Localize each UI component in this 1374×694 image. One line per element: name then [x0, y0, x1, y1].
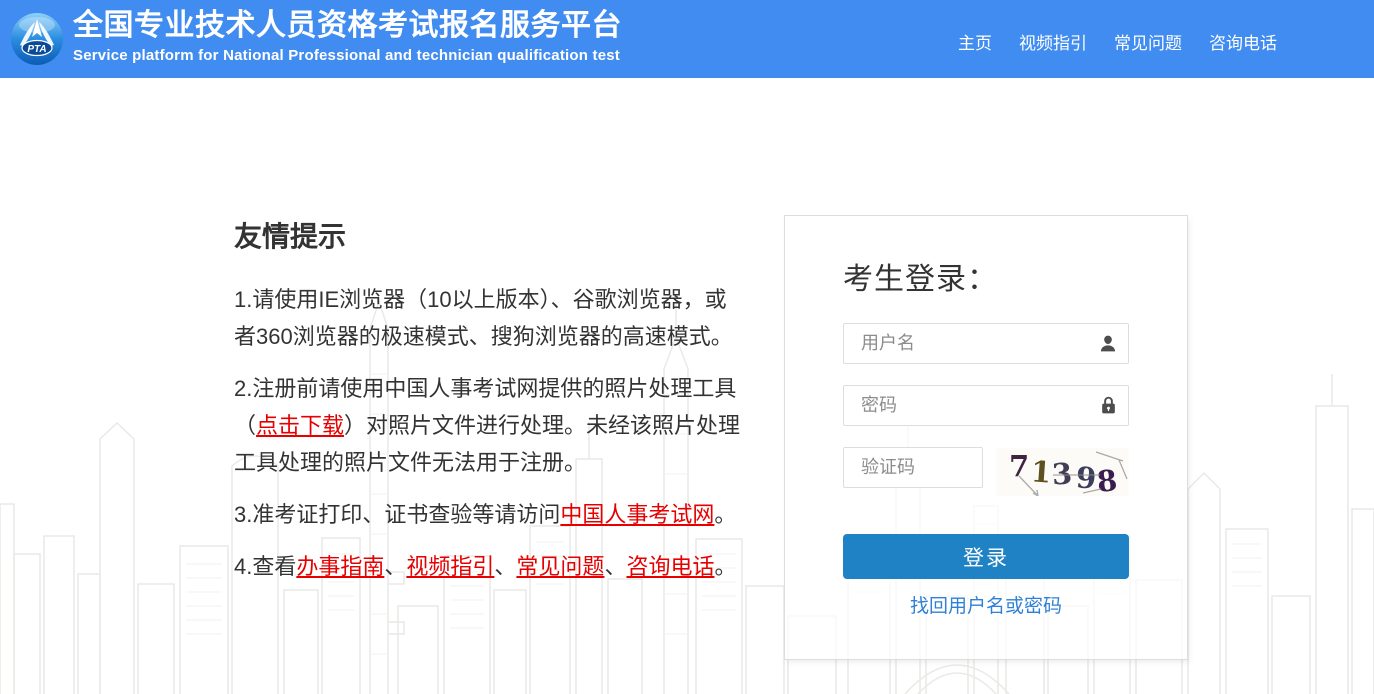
captcha-image[interactable]: 71398	[997, 448, 1129, 496]
password-field-wrap	[843, 385, 1129, 426]
notice-paragraph-1: 1.请使用IE浏览器（10以上版本）、谷歌浏览器，或者360浏览器的极速模式、搜…	[234, 281, 746, 355]
notice-paragraphs: 1.请使用IE浏览器（10以上版本）、谷歌浏览器，或者360浏览器的极速模式、搜…	[234, 281, 746, 585]
lock-icon	[1099, 395, 1118, 415]
forgot-credentials-link[interactable]: 找回用户名或密码	[843, 591, 1129, 618]
notice-text: 、	[604, 554, 626, 579]
nav-link-home[interactable]: 主页	[958, 29, 992, 54]
notice-text: 1.请使用IE浏览器（10以上版本）、谷歌浏览器，或者360浏览器的极速模式、搜…	[234, 287, 733, 349]
password-input[interactable]	[843, 385, 1129, 426]
login-button[interactable]: 登录	[843, 534, 1129, 579]
captcha-digit-9: 9	[1075, 463, 1097, 493]
site-subtitle: Service platform for National Profession…	[73, 47, 622, 64]
user-icon	[1098, 333, 1118, 354]
captcha-digit-3: 3	[1052, 459, 1074, 489]
phone-link[interactable]: 咨询电话	[626, 554, 714, 579]
service-guide-link[interactable]: 办事指南	[296, 554, 384, 579]
cpta-website-link[interactable]: 中国人事考试网	[560, 502, 714, 527]
captcha-digit-1: 1	[1030, 457, 1052, 487]
notice-text: 。	[714, 554, 736, 579]
captcha-digits: 71398	[1009, 458, 1117, 487]
captcha-digit-7: 7	[1009, 452, 1029, 481]
page: PTA 全国专业技术人员资格考试报名服务平台 Service platform …	[0, 0, 1374, 694]
notice-text: 、	[384, 554, 406, 579]
captcha-field-wrap	[843, 447, 983, 488]
header: PTA 全国专业技术人员资格考试报名服务平台 Service platform …	[0, 0, 1374, 78]
login-card: 考生登录：	[784, 215, 1188, 660]
username-input[interactable]	[843, 323, 1129, 364]
login-title: 考生登录：	[843, 254, 1129, 298]
notice-paragraph-3: 3.准考证打印、证书查验等请访问中国人事考试网。	[234, 496, 746, 533]
main-content: 友情提示 1.请使用IE浏览器（10以上版本）、谷歌浏览器，或者360浏览器的极…	[0, 78, 1374, 660]
nav-link-phone[interactable]: 咨询电话	[1209, 29, 1277, 54]
notice-text: 4.查看	[234, 554, 296, 579]
nav-link-faq[interactable]: 常见问题	[1114, 29, 1182, 54]
notice-text: 3.准考证打印、证书查验等请访问	[234, 502, 560, 527]
download-photo-tool-link[interactable]: 点击下载	[256, 413, 344, 438]
video-guide-link[interactable]: 视频指引	[406, 554, 494, 579]
site-title: 全国专业技术人员资格考试报名服务平台	[73, 7, 622, 44]
captcha-input[interactable]	[843, 447, 983, 488]
notice-title: 友情提示	[234, 215, 755, 255]
notice-text: 、	[494, 554, 516, 579]
notice-section: 友情提示 1.请使用IE浏览器（10以上版本）、谷歌浏览器，或者360浏览器的极…	[234, 215, 755, 600]
header-titles: 全国专业技术人员资格考试报名服务平台 Service platform for …	[73, 7, 622, 64]
svg-text:PTA: PTA	[27, 44, 46, 55]
notice-paragraph-2: 2.注册前请使用中国人事考试网提供的照片处理工具（点击下载）对照片文件进行处理。…	[234, 370, 746, 481]
header-nav: 主页 视频指引 常见问题 咨询电话	[958, 29, 1277, 54]
username-field-wrap	[843, 323, 1129, 364]
faq-link[interactable]: 常见问题	[516, 554, 604, 579]
pta-logo-icon: PTA	[10, 12, 64, 71]
captcha-row: 71398	[843, 447, 1129, 496]
notice-text: 。	[714, 502, 736, 527]
notice-paragraph-4: 4.查看办事指南、视频指引、常见问题、咨询电话。	[234, 548, 746, 585]
nav-link-video-guide[interactable]: 视频指引	[1019, 29, 1087, 54]
captcha-digit-8: 8	[1095, 466, 1118, 496]
